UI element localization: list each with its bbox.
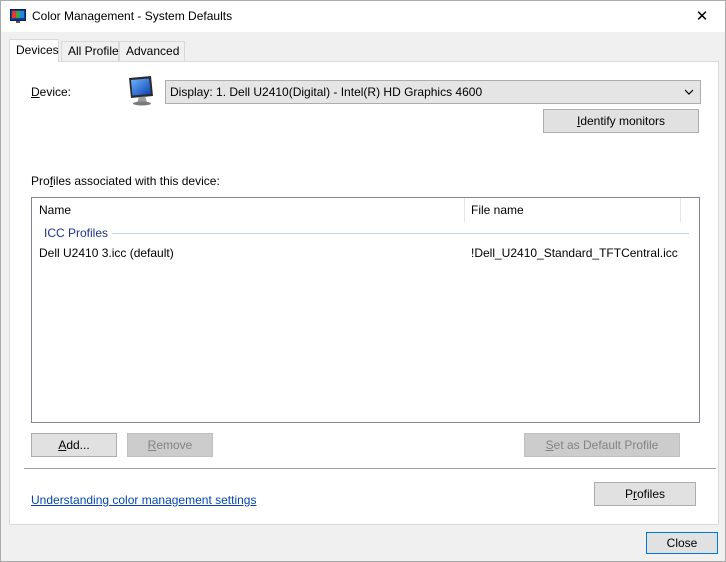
section-divider [24,468,716,469]
device-label-rest: evice: [39,85,72,99]
profiles-btn-rest: ofiles [637,487,666,501]
identify-monitors-button[interactable]: Identify monitors [543,109,699,133]
tab-devices[interactable]: Devices [9,39,59,62]
set-default-label-rest: et as Default Profile [553,438,659,452]
device-select-value: Display: 1. Dell U2410(Digital) - Intel(… [170,85,483,99]
group-divider [112,233,689,234]
title-bar: Color Management - System Defaults ✕ [1,1,725,32]
column-header-name[interactable]: Name [39,203,71,217]
profiles-label-pre: Pro [31,174,50,188]
add-label-rest: dd... [66,438,90,452]
device-label-mnemonic: D [31,85,40,99]
column-header-file-name[interactable]: File name [471,203,524,217]
window-close-button[interactable]: ✕ [679,1,725,32]
add-button[interactable]: Add... [31,433,117,457]
window-title: Color Management - System Defaults [32,9,233,23]
color-management-icon [10,9,26,23]
profiles-list[interactable]: Name File name ICC Profiles Dell U2410 3… [31,197,700,423]
tab-advanced[interactable]: Advanced [119,41,185,61]
chevron-down-icon [684,89,694,95]
monitor-icon [129,76,153,106]
group-title-icc-profiles: ICC Profiles [44,226,109,240]
set-as-default-profile-button[interactable]: Set as Default Profile [524,433,680,457]
profiles-associated-label: Profiles associated with this device: [31,174,220,188]
column-separator [680,198,681,222]
profiles-btn-pre: P [624,487,633,501]
identify-label-rest: dentify monitors [580,114,666,128]
tab-all-profiles[interactable]: All Profiles [61,41,125,61]
devices-panel: Device: Display: 1. Dell U2410(Digital) … [9,61,719,525]
understanding-color-management-link[interactable]: Understanding color management settings [31,493,256,507]
column-separator [464,198,465,222]
device-select[interactable]: Display: 1. Dell U2410(Digital) - Intel(… [165,80,701,104]
color-management-window: Color Management - System Defaults ✕ Dev… [0,0,726,562]
remove-mnemonic: R [147,438,157,452]
close-button[interactable]: Close [646,532,718,554]
profile-file-name: !Dell_U2410_Standard_TFTCentral.icc [471,246,678,260]
profile-name: Dell U2410 3.icc (default) [39,246,174,260]
set-default-mnemonic: S [545,438,554,452]
remove-button[interactable]: Remove [127,433,213,457]
device-label: Device: [31,85,71,99]
list-item[interactable]: Dell U2410 3.icc (default) !Dell_U2410_S… [32,244,699,262]
remove-label-rest: emove [156,438,193,452]
profiles-button[interactable]: Profiles [594,482,696,506]
profiles-label-rest: iles associated with this device: [53,174,220,188]
